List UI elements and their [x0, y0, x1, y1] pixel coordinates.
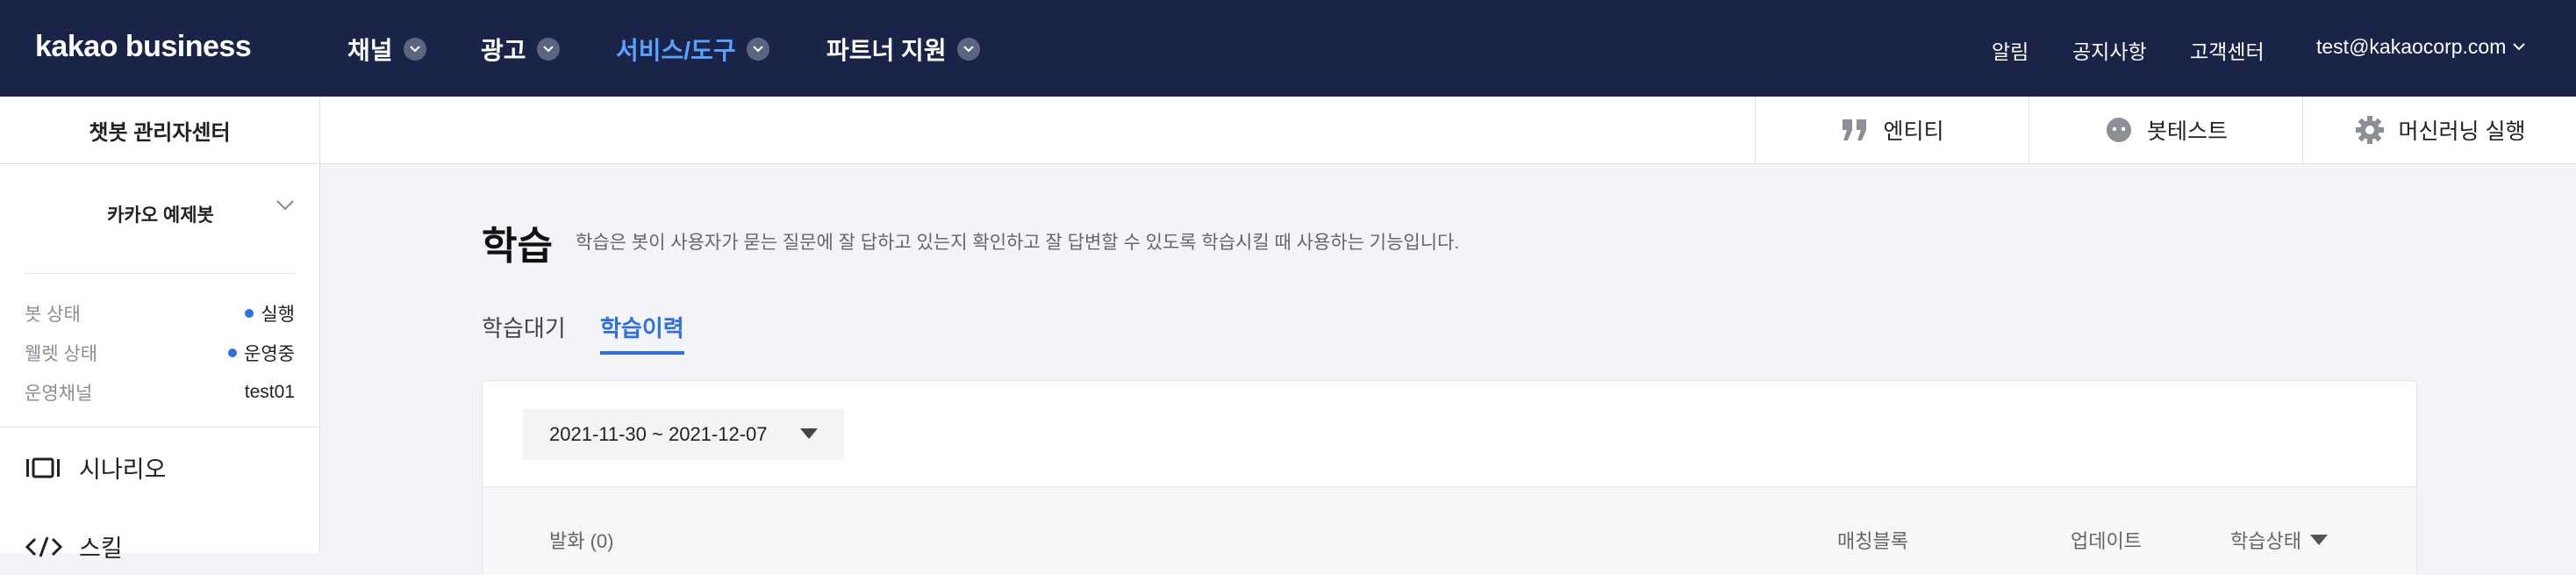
ml-run-label: 머신러닝 실행: [2398, 119, 2526, 144]
chevron-down-icon: [956, 38, 980, 61]
admin-center-title[interactable]: 챗봇 관리자센터: [0, 97, 320, 163]
sidebar-item-label: 시나리오: [79, 456, 167, 483]
wallet-status-row: 웰렛 상태 운영중: [25, 340, 295, 366]
chevron-down-icon: [276, 200, 294, 211]
chevron-down-icon: [746, 38, 769, 61]
entity-button[interactable]: 엔티티: [1755, 97, 2029, 163]
wallet-status-value: 운영중: [228, 340, 295, 366]
support-link[interactable]: 고객센터: [2190, 35, 2265, 65]
bot-status-key: 봇 상태: [25, 305, 81, 325]
column-status-filter[interactable]: 학습상태: [2230, 526, 2328, 554]
page-title: 학습: [482, 225, 553, 268]
chat-bubble-icon: [2106, 118, 2131, 142]
date-range-select[interactable]: 2021-11-30 ~ 2021-12-07: [523, 409, 844, 460]
ml-run-button[interactable]: 머신러닝 실행: [2302, 97, 2576, 163]
sidebar: 카카오 예제봇 봇 상태 실행 웰렛 상태 운영중 운영채널 test01 시나…: [0, 164, 320, 562]
bot-name: 카카오 예제봇: [107, 205, 214, 226]
quote-icon: [1843, 119, 1867, 140]
column-matched-block: 매칭블록: [1837, 530, 1908, 552]
account-email: test@kakaocorp.com: [2316, 35, 2507, 58]
tab-learning-history[interactable]: 학습이력: [600, 311, 684, 343]
alert-link[interactable]: 알림: [1992, 35, 2029, 65]
nav-item-label: 채널: [347, 37, 393, 64]
column-status-label: 학습상태: [2230, 530, 2301, 552]
sidebar-item-scenario[interactable]: 시나리오: [25, 450, 166, 485]
tab-learning-pending[interactable]: 학습대기: [482, 311, 566, 343]
channel-value: test01: [244, 382, 295, 402]
nav-item-channel[interactable]: 채널: [347, 32, 426, 67]
wallet-status-key: 웰렛 상태: [25, 344, 98, 364]
status-dot-icon: [245, 309, 254, 318]
account-menu[interactable]: test@kakaocorp.com: [2316, 35, 2526, 59]
gear-icon: [2355, 116, 2384, 144]
nav-item-label: 서비스/도구: [616, 37, 736, 64]
chevron-down-icon: [2513, 43, 2526, 51]
bot-status-row: 봇 상태 실행: [25, 300, 295, 327]
page-description: 학습은 봇이 사용자가 묻는 질문에 잘 답하고 있는지 확인하고 잘 답변할 …: [576, 233, 1460, 253]
status-dot-icon: [228, 349, 238, 357]
bot-test-button[interactable]: 봇테스트: [2029, 97, 2303, 163]
bot-test-label: 봇테스트: [2146, 119, 2228, 144]
divider: [25, 273, 295, 274]
chevron-down-icon: [403, 38, 426, 61]
top-navbar: kakao business 채널 광고 서비스/도구 파트너 지원 알림 공지…: [0, 0, 2576, 97]
nav-item-label: 광고: [481, 37, 526, 64]
kakao-business-logo[interactable]: kakao business: [35, 30, 252, 64]
nav-item-label: 파트너 지원: [826, 37, 947, 64]
code-icon: [25, 535, 63, 557]
column-utterance: 발화 (0): [549, 530, 614, 552]
nav-item-services-tools[interactable]: 서비스/도구: [616, 32, 769, 67]
table-header: 발화 (0) 매칭블록 업데이트 학습상태: [483, 486, 2416, 575]
nav-item-partner-support[interactable]: 파트너 지원: [826, 32, 980, 67]
bot-status-value: 실행: [245, 300, 295, 327]
chevron-down-icon: [536, 38, 560, 61]
caret-down-icon: [800, 428, 818, 439]
scenario-icon: [26, 457, 60, 478]
active-tab-indicator: [600, 351, 684, 355]
date-range-value: 2021-11-30 ~ 2021-12-07: [549, 423, 768, 445]
nav-item-ads[interactable]: 광고: [481, 32, 560, 67]
history-card: 2021-11-30 ~ 2021-12-07 발화 (0) 매칭블록 업데이트…: [482, 380, 2417, 575]
sub-header-bar: 챗봇 관리자센터 엔티티 봇테스트 머신러닝 실행: [0, 97, 2576, 164]
entity-label: 엔티티: [1883, 119, 1944, 144]
notice-link[interactable]: 공지사항: [2072, 35, 2147, 65]
channel-row: 운영채널 test01: [25, 379, 295, 406]
sidebar-item-label: 스킬: [79, 535, 123, 562]
caret-down-icon: [2309, 535, 2328, 545]
channel-key: 운영채널: [25, 384, 93, 404]
bot-selector[interactable]: 카카오 예제봇: [26, 200, 295, 227]
column-update: 업데이트: [2071, 530, 2142, 552]
divider: [0, 427, 319, 428]
sidebar-item-skill[interactable]: 스킬: [25, 529, 123, 564]
